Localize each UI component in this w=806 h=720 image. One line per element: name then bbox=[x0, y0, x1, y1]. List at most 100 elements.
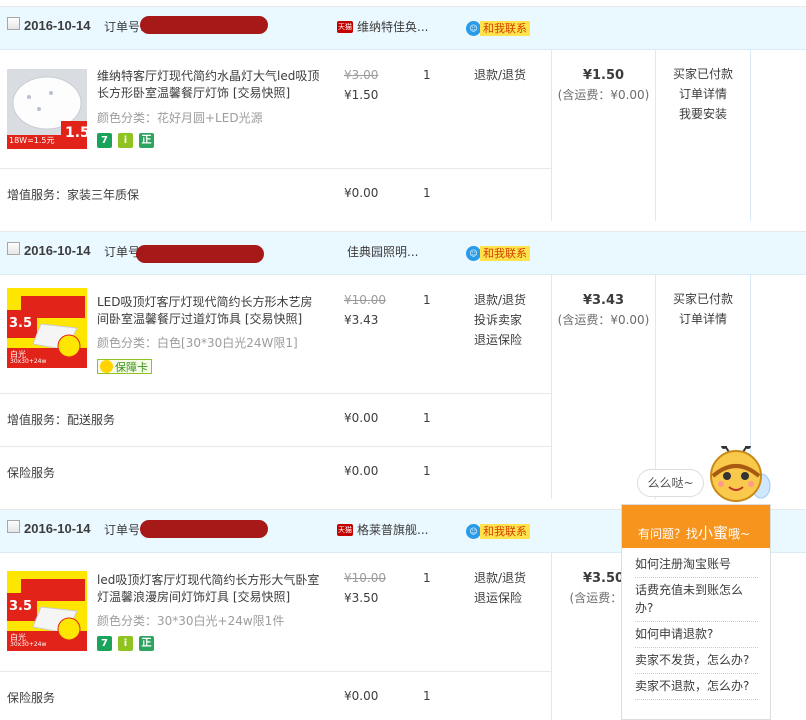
complain-link[interactable]: 投诉卖家 bbox=[474, 310, 526, 330]
item-actions: 退款/退货 投诉卖家 退运保险 bbox=[474, 290, 526, 350]
service-price: ¥0.00 bbox=[344, 464, 379, 478]
redacted-order-number bbox=[140, 520, 268, 538]
guarantee-icon[interactable]: i bbox=[118, 133, 133, 148]
product-sku: 颜色分类：花好月圆+LED光源 bbox=[97, 111, 263, 125]
divider bbox=[655, 275, 656, 499]
service-label: 增值服务：家装三年质保 bbox=[7, 188, 140, 202]
order-date: 2016-10-14 bbox=[24, 18, 91, 33]
original-price: ¥3.00 bbox=[344, 68, 379, 82]
refund-link[interactable]: 退款/退货 bbox=[474, 290, 526, 310]
return-insurance-link[interactable]: 退运保险 bbox=[474, 588, 526, 608]
thumb-promo-text: 18W=1.5元 bbox=[9, 136, 55, 145]
help-header[interactable]: 有问题？找小蜜哦~ bbox=[622, 505, 770, 548]
shipping-fee: (含运费：¥0.00) bbox=[557, 313, 650, 327]
help-title-name: 小蜜 bbox=[698, 524, 729, 542]
help-widget: 有问题？找小蜜哦~ 如何注册淘宝账号 话费充值未到账怎么办? 如何申请退款? 卖… bbox=[621, 504, 771, 720]
unit-price: ¥3.43 bbox=[344, 313, 379, 327]
product-title-link[interactable]: led吸顶灯客厅灯现代简约长方形大气卧室灯温馨浪漫房间灯饰灯具 [交易快照] bbox=[97, 572, 323, 606]
service-qty: 1 bbox=[423, 689, 431, 703]
quantity: 1 bbox=[423, 293, 431, 307]
help-question-link[interactable]: 如何申请退款? bbox=[635, 622, 758, 648]
tmall-icon: 天猫 bbox=[337, 21, 353, 33]
contact-seller-button[interactable]: ☺ 和我联系 bbox=[466, 523, 530, 539]
bee-mascot-icon[interactable] bbox=[703, 446, 773, 506]
product-thumbnail[interactable]: 3.5 白光 30x30+24w bbox=[7, 571, 87, 651]
order-date: 2016-10-14 bbox=[24, 243, 91, 258]
order-header: 2016-10-14 订单号 佳典园照明... ☺ 和我联系 bbox=[0, 232, 806, 275]
divider bbox=[0, 168, 552, 169]
thumb-price-text: 3.5 bbox=[9, 599, 33, 614]
item-actions: 退款/退货 退运保险 bbox=[474, 568, 526, 608]
guarantee-icon[interactable]: i bbox=[118, 636, 133, 651]
service-price: ¥0.00 bbox=[344, 186, 379, 200]
contact-seller-button[interactable]: ☺ 和我联系 bbox=[466, 245, 530, 261]
shop-name[interactable]: 维纳特佳奂... bbox=[357, 18, 428, 35]
tmall-icon: 天猫 bbox=[337, 524, 353, 536]
help-question-link[interactable]: 卖家不退款，怎么办? bbox=[635, 674, 758, 700]
guarantee-icon bbox=[100, 360, 113, 373]
service-price: ¥0.00 bbox=[344, 411, 379, 425]
thumb-price-text: 1.5 bbox=[65, 125, 87, 141]
order-checkbox[interactable] bbox=[7, 242, 20, 255]
order-status: 买家已付款 订单详情 我要安装 bbox=[657, 64, 749, 124]
service-qty: 1 bbox=[423, 464, 431, 478]
help-question-link[interactable]: 话费充值未到账怎么办? bbox=[635, 578, 758, 622]
return-insurance-link[interactable]: 退运保险 bbox=[474, 330, 526, 350]
product-title-link[interactable]: LED吸顶灯客厅灯现代简约长方形木艺房间卧室温馨餐厅过道灯饰具 [交易快照] bbox=[97, 294, 323, 328]
contact-seller-button[interactable]: ☺ 和我联系 bbox=[466, 20, 530, 36]
seven-day-return-icon[interactable]: 7 bbox=[97, 133, 112, 148]
seven-day-return-icon[interactable]: 7 bbox=[97, 636, 112, 651]
order-status: 买家已付款 订单详情 bbox=[657, 289, 749, 329]
item-actions: 退款/退货 bbox=[474, 65, 526, 85]
product-thumbnail[interactable]: 18W=1.5元 1.5 bbox=[7, 69, 87, 149]
quantity: 1 bbox=[423, 571, 431, 585]
product-sku: 颜色分类：30*30白光+24w限1件 bbox=[97, 614, 285, 628]
shop-name[interactable]: 佳典园照明... bbox=[347, 243, 418, 260]
contact-label: 和我联系 bbox=[480, 20, 530, 36]
thumb-size-text: 30x30+24w bbox=[10, 641, 47, 648]
product-badges: 7 i 正 bbox=[97, 133, 154, 148]
help-question-link[interactable]: 如何注册淘宝账号 bbox=[635, 552, 758, 578]
chat-icon: ☺ bbox=[466, 523, 481, 539]
help-bubble: 么么哒~ bbox=[637, 469, 704, 497]
guarantee-card-badge[interactable]: 保障卡 bbox=[97, 359, 152, 374]
service-label: 保险服务 bbox=[7, 466, 56, 480]
product-thumbnail[interactable]: 3.5 白光 30x30+24w bbox=[7, 288, 87, 368]
original-price: ¥10.00 bbox=[344, 293, 386, 307]
product-title-link[interactable]: 维纳特客厅灯现代简约水晶灯大气led吸顶长方形卧室温馨餐厅灯饰 [交易快照] bbox=[97, 68, 323, 102]
status-text: 买家已付款 bbox=[672, 67, 733, 81]
order-checkbox[interactable] bbox=[7, 17, 20, 30]
help-title-suffix: 哦~ bbox=[728, 527, 751, 541]
order-checkbox[interactable] bbox=[7, 520, 20, 533]
product-sku: 颜色分类：白色[30*30白光24W限1] bbox=[97, 336, 298, 350]
service-price: ¥0.00 bbox=[344, 689, 379, 703]
order-total: ¥1.50 (含运费：¥0.00) bbox=[552, 68, 655, 103]
guarantee-label: 保障卡 bbox=[115, 360, 148, 374]
order-number-label: 订单号 bbox=[104, 245, 141, 259]
help-question-list: 如何注册淘宝账号 话费充值未到账怎么办? 如何申请退款? 卖家不发货，怎么办? … bbox=[622, 548, 770, 700]
divider bbox=[655, 50, 656, 221]
chat-icon: ☺ bbox=[466, 20, 481, 36]
quantity: 1 bbox=[423, 68, 431, 82]
divider bbox=[0, 671, 552, 672]
shipping-fee: (含运费：¥0.00) bbox=[557, 88, 650, 102]
refund-link[interactable]: 退款/退货 bbox=[474, 568, 526, 588]
order-details-link[interactable]: 订单详情 bbox=[657, 309, 749, 329]
divider bbox=[0, 446, 552, 447]
redacted-order-number bbox=[140, 16, 268, 34]
refund-link[interactable]: 退款/退货 bbox=[474, 65, 526, 85]
service-qty: 1 bbox=[423, 186, 431, 200]
service-qty: 1 bbox=[423, 411, 431, 425]
order-number-label: 订单号: bbox=[104, 20, 145, 34]
unit-price: ¥1.50 bbox=[344, 88, 379, 102]
install-link[interactable]: 我要安装 bbox=[657, 104, 749, 124]
genuine-icon[interactable]: 正 bbox=[139, 636, 154, 651]
shop-name[interactable]: 格莱普旗舰... bbox=[357, 521, 428, 538]
genuine-icon[interactable]: 正 bbox=[139, 133, 154, 148]
divider bbox=[750, 50, 751, 221]
order-details-link[interactable]: 订单详情 bbox=[657, 84, 749, 104]
help-title-prefix: 有问题？找 bbox=[638, 527, 699, 541]
total-price: ¥3.43 bbox=[582, 293, 625, 308]
product-badges: 7 i 正 bbox=[97, 636, 154, 651]
help-question-link[interactable]: 卖家不发货，怎么办? bbox=[635, 648, 758, 674]
